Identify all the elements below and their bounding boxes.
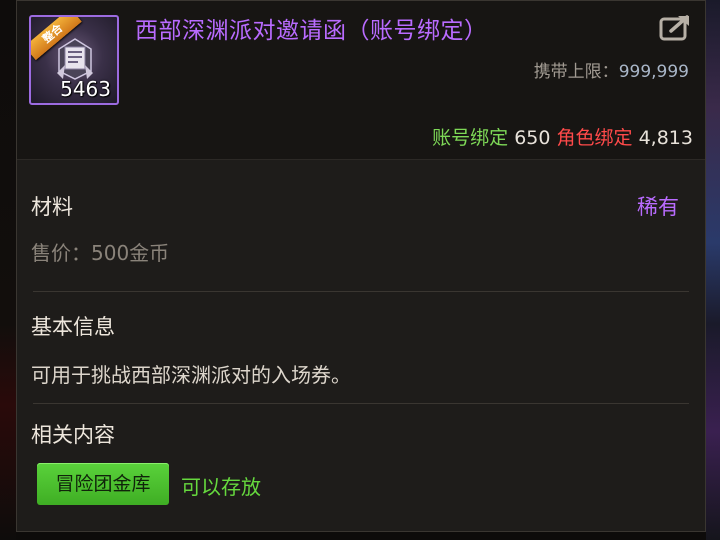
role-bind-value: 4,813: [638, 127, 693, 149]
item-icon: 整合 5463: [29, 15, 119, 105]
background-right: [706, 0, 720, 540]
item-count: 5463: [60, 77, 111, 101]
sell-price: 售价：500金币: [31, 241, 170, 265]
tooltip-header: 整合 5463 西部深渊派对邀请函（账号绑定） 携带上限：999,999 账号绑…: [17, 1, 705, 160]
basic-info-title: 基本信息: [31, 315, 115, 339]
carry-limit-label: 携带上限：: [533, 62, 619, 82]
category-label: 材料: [31, 195, 73, 219]
divider: [33, 291, 689, 292]
divider: [33, 403, 689, 404]
storage-status: 可以存放: [181, 475, 261, 499]
share-icon: [659, 15, 689, 41]
related-content-title: 相关内容: [31, 423, 115, 447]
background-left: [0, 0, 16, 540]
adventure-vault-button[interactable]: 冒险团金库: [37, 463, 169, 505]
carry-limit: 携带上限：999,999: [534, 57, 689, 82]
item-tooltip-panel: 整合 5463 西部深渊派对邀请函（账号绑定） 携带上限：999,999 账号绑…: [16, 0, 706, 532]
invitation-card-icon: [57, 38, 93, 80]
rarity-label: 稀有: [637, 195, 679, 219]
carry-limit-value: 999,999: [618, 62, 689, 82]
share-button[interactable]: [659, 13, 693, 41]
role-bind-label: 角色绑定: [556, 127, 633, 149]
item-title: 西部深渊派对邀请函（账号绑定）: [135, 18, 488, 44]
account-bind-label: 账号绑定: [432, 127, 509, 149]
account-bind-value: 650: [514, 127, 551, 149]
item-description: 可用于挑战西部深渊派对的入场券。: [31, 363, 351, 387]
binding-counts: 账号绑定 650 角色绑定 4,813: [432, 123, 693, 150]
